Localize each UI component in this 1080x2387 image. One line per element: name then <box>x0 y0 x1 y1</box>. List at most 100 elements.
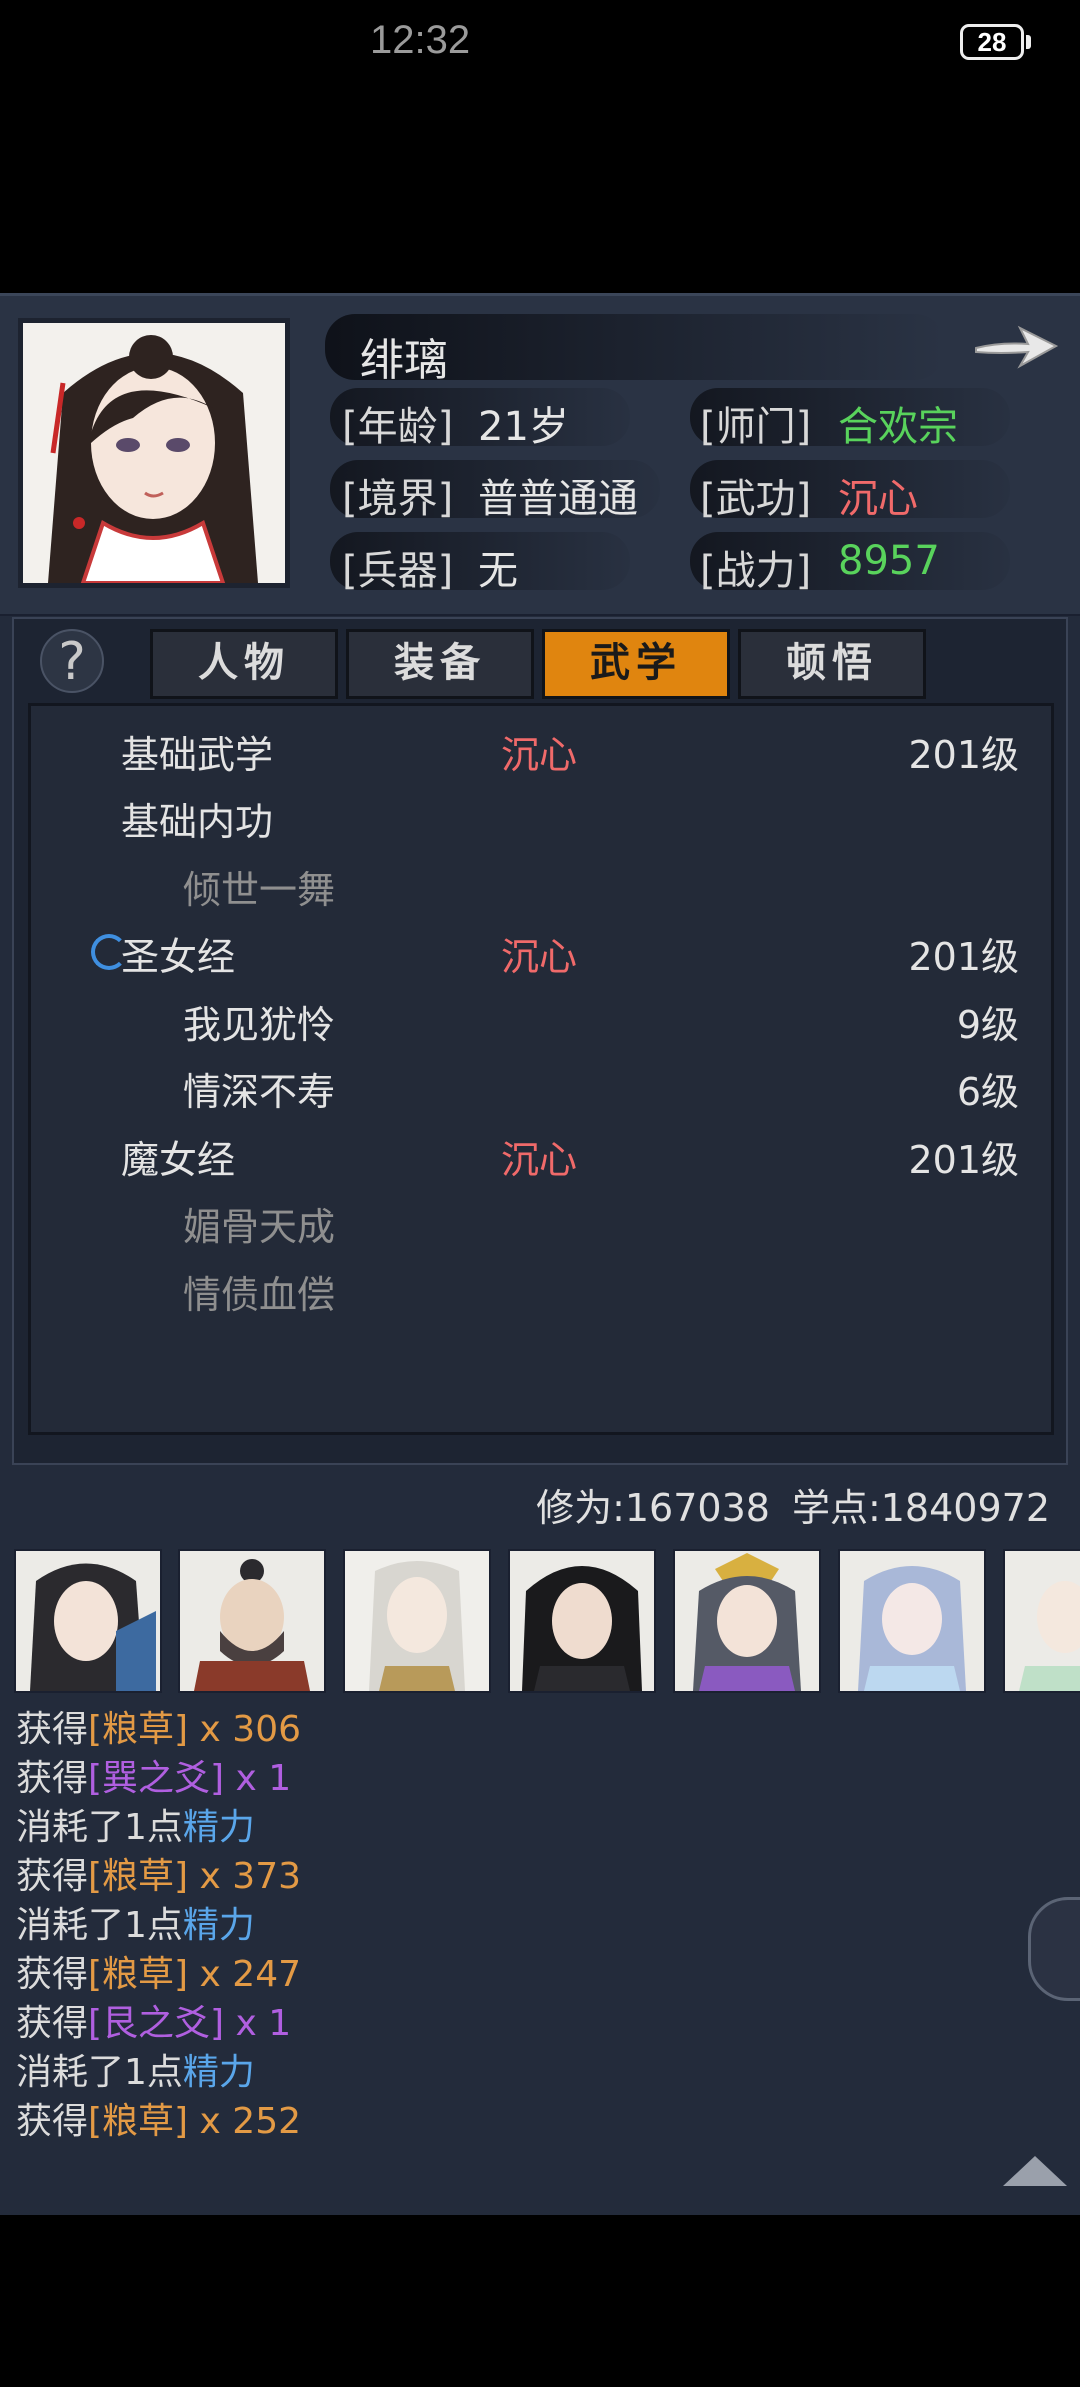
skill-name: 基础内功 <box>121 800 274 844</box>
arrow-right-icon <box>975 325 1059 369</box>
skill-row[interactable]: 圣女经 沉心 201级 <box>31 926 1051 979</box>
log-text: 获得 <box>16 1954 89 1995</box>
skill-status: 沉心 <box>501 733 578 777</box>
character-avatar[interactable] <box>1003 1549 1080 1693</box>
stat-value-realm: 普普通通 <box>478 476 638 522</box>
log-item: [艮之爻] <box>88 2003 225 2044</box>
log-text: 获得 <box>16 1856 89 1897</box>
log-item: [巽之爻] <box>88 1758 225 1799</box>
skill-row[interactable]: 魔女经 沉心 201级 <box>31 1129 1051 1182</box>
log-text: 获得 <box>16 1758 89 1799</box>
stat-label-sect: [师门] <box>700 404 812 450</box>
side-menu-button[interactable] <box>1028 1897 1080 2001</box>
log-count: x 252 <box>188 2101 302 2142</box>
log-item: 精力 <box>182 1905 255 1946</box>
stat-label-realm: [境界] <box>342 476 454 522</box>
character-avatar[interactable] <box>14 1549 162 1693</box>
character-header: 绯璃 [年龄] 21岁 [师门] 合欢宗 [境界] 普普通通 [武功] 沉心 [… <box>0 293 1080 616</box>
character-strip <box>0 1543 1080 1703</box>
skill-level: 9级 <box>956 1003 1019 1047</box>
log-count: x 1 <box>224 1758 292 1799</box>
log-line: 消耗了1点精力 <box>16 2048 301 2097</box>
character-avatar[interactable] <box>838 1549 986 1693</box>
character-avatar[interactable] <box>178 1549 326 1693</box>
tab-martial-arts[interactable]: 武学 <box>542 629 730 699</box>
character-name: 绯璃 <box>360 335 448 386</box>
status-time: 12:32 <box>370 18 471 62</box>
stat-value-power: 8957 <box>838 538 940 584</box>
tab-equipment[interactable]: 装备 <box>346 629 534 699</box>
log-item: [粮草] <box>88 1709 189 1750</box>
stat-value-sect: 合欢宗 <box>838 404 958 450</box>
tab-character[interactable]: 人物 <box>150 629 338 699</box>
battery-icon: 28 <box>960 24 1024 60</box>
log-line: 获得[艮之爻] x 1 <box>16 1999 301 2048</box>
log-item: 精力 <box>182 1807 255 1848</box>
log-count: x 1 <box>224 2003 292 2044</box>
character-avatar[interactable] <box>508 1549 656 1693</box>
stat-label-weapon: [兵器] <box>342 548 454 594</box>
skill-row[interactable]: 情债血偿 <box>31 1264 1051 1317</box>
status-bar: 12:32 28 <box>0 0 1080 90</box>
stat-value-martial: 沉心 <box>838 476 918 522</box>
skill-name: 情债血偿 <box>183 1273 336 1317</box>
help-icon[interactable]: ? <box>40 629 104 693</box>
game-screen: 绯璃 [年龄] 21岁 [师门] 合欢宗 [境界] 普普通通 [武功] 沉心 [… <box>0 293 1080 2215</box>
log-line: 消耗了1点精力 <box>16 1901 301 1950</box>
log-count: x 247 <box>188 1954 302 1995</box>
log-item: 精力 <box>182 2052 255 2093</box>
log-line: 获得[巽之爻] x 1 <box>16 1754 301 1803</box>
log-text: 获得 <box>16 1709 89 1750</box>
skill-row[interactable]: 我见犹怜 9级 <box>31 994 1051 1047</box>
log-item: [粮草] <box>88 2101 189 2142</box>
log-line: 获得[粮草] x 247 <box>16 1950 301 1999</box>
skill-level: 201级 <box>908 733 1019 777</box>
stat-label-power: [战力] <box>700 548 812 594</box>
skill-row[interactable]: 基础武学 沉心 201级 <box>31 724 1051 777</box>
stat-value-weapon: 无 <box>478 548 518 594</box>
log-line: 消耗了1点精力 <box>16 1803 301 1852</box>
tab-enlightenment[interactable]: 顿悟 <box>738 629 926 699</box>
log-item: [粮草] <box>88 1856 189 1897</box>
skill-name: 基础武学 <box>121 733 274 777</box>
character-avatar[interactable] <box>343 1549 491 1693</box>
skill-name: 圣女经 <box>121 935 236 979</box>
stat-label-age: [年龄] <box>342 404 454 450</box>
skill-name: 倾世一舞 <box>183 868 336 912</box>
log-text: 获得 <box>16 2003 89 2044</box>
learning-points-value: 学点:1840972 <box>791 1486 1050 1530</box>
skill-status: 沉心 <box>501 935 578 979</box>
skill-level: 201级 <box>908 935 1019 979</box>
skill-name: 魔女经 <box>121 1138 236 1182</box>
character-portrait[interactable] <box>18 318 290 588</box>
skill-row[interactable]: 基础内功 <box>31 791 1051 844</box>
character-avatar[interactable] <box>673 1549 821 1693</box>
skill-level: 6级 <box>956 1070 1019 1114</box>
next-character-button[interactable] <box>970 314 1062 378</box>
log-text: 消耗了1点 <box>16 1905 183 1946</box>
scroll-up-icon[interactable] <box>1003 2156 1067 2186</box>
cultivation-value: 修为:167038 <box>536 1486 770 1530</box>
skill-status: 沉心 <box>501 1138 578 1182</box>
stat-value-age: 21岁 <box>478 404 569 450</box>
log-line: 获得[粮草] x 306 <box>16 1705 301 1754</box>
skill-row[interactable]: 倾世一舞 <box>31 859 1051 912</box>
log-count: x 306 <box>188 1709 302 1750</box>
log-text: 获得 <box>16 2101 89 2142</box>
skill-level: 201级 <box>908 1138 1019 1182</box>
log-text: 消耗了1点 <box>16 1807 183 1848</box>
skill-name: 情深不寿 <box>183 1070 336 1114</box>
skill-list: 基础武学 沉心 201级 基础内功 倾世一舞 圣女经 沉心 201级 我见犹怜 … <box>28 703 1054 1435</box>
skill-row[interactable]: 媚骨天成 <box>31 1196 1051 1249</box>
log-count: x 373 <box>188 1856 302 1897</box>
event-log: 获得[粮草] x 306 获得[巽之爻] x 1 消耗了1点精力 获得[粮草] … <box>16 1705 301 2146</box>
log-line: 获得[粮草] x 373 <box>16 1852 301 1901</box>
skill-row[interactable]: 情深不寿 6级 <box>31 1061 1051 1114</box>
battery-tip <box>1026 35 1031 49</box>
skill-name: 媚骨天成 <box>183 1205 336 1249</box>
log-text: 消耗了1点 <box>16 2052 183 2093</box>
stat-label-martial: [武功] <box>700 476 812 522</box>
cultivation-stats: 修为:167038 学点:1840972 <box>514 1477 1050 1532</box>
log-item: [粮草] <box>88 1954 189 1995</box>
log-line: 获得[粮草] x 252 <box>16 2097 301 2146</box>
